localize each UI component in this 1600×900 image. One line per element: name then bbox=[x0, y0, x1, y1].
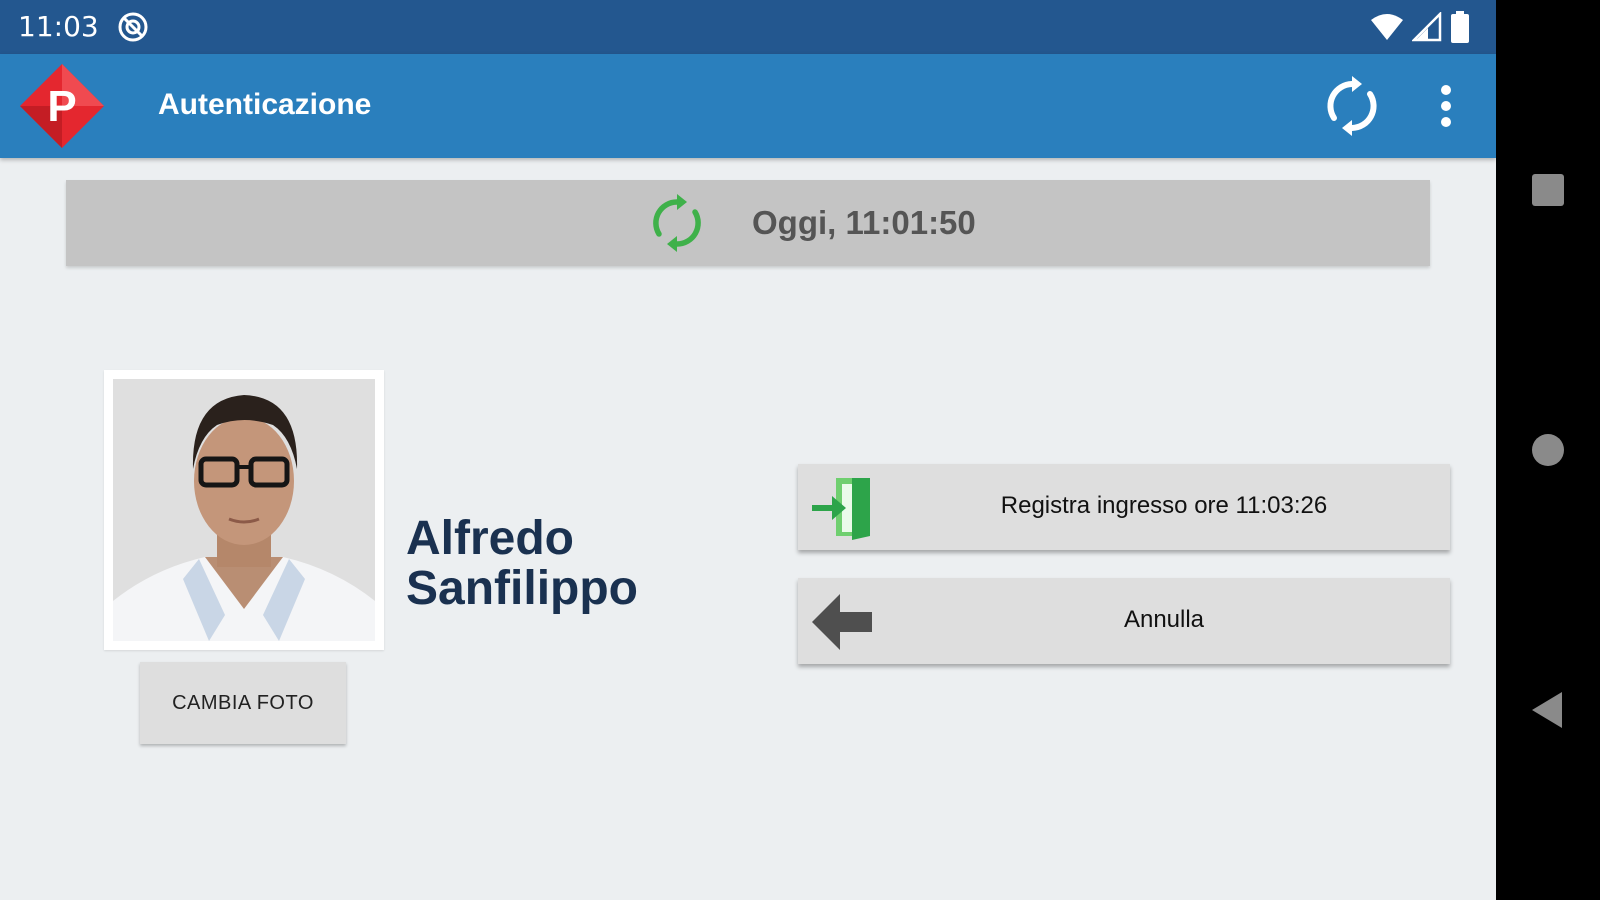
arrow-back-icon bbox=[812, 594, 872, 650]
app-screen: 11:03 P Autenticazione Oggi, 11:01:50 CA… bbox=[0, 0, 1496, 900]
change-photo-button[interactable]: CAMBIA FOTO bbox=[140, 662, 346, 744]
recents-icon[interactable] bbox=[1524, 166, 1572, 214]
wifi-icon bbox=[1371, 14, 1403, 40]
status-icons bbox=[1370, 10, 1470, 44]
status-bar: 11:03 bbox=[0, 0, 1496, 54]
last-sync-banner: Oggi, 11:01:50 bbox=[66, 180, 1430, 266]
navigation-bar bbox=[1496, 0, 1600, 900]
register-entry-label: Registra ingresso ore 11:03:26 bbox=[1000, 492, 1328, 519]
status-time: 11:03 bbox=[18, 10, 99, 43]
home-icon[interactable] bbox=[1524, 426, 1572, 474]
signal-icon bbox=[1412, 12, 1442, 42]
more-vert-icon[interactable] bbox=[1422, 82, 1470, 130]
last-sync-time: Oggi, 11:01:50 bbox=[752, 204, 976, 241]
sync-icon bbox=[653, 194, 701, 252]
battery-icon bbox=[1451, 11, 1469, 43]
cancel-label: Annulla bbox=[1123, 606, 1205, 633]
page-title: Autenticazione bbox=[158, 88, 372, 121]
user-photo-frame bbox=[104, 370, 384, 650]
door-enter-icon bbox=[812, 478, 870, 540]
do-not-disturb-icon bbox=[118, 12, 148, 42]
back-icon[interactable] bbox=[1524, 686, 1572, 734]
user-photo bbox=[113, 379, 375, 641]
cancel-button[interactable]: Annulla bbox=[798, 578, 1450, 664]
user-last-name: Sanfilippo bbox=[406, 562, 638, 615]
user-first-name: Alfredo bbox=[406, 512, 574, 565]
app-bar: P Autenticazione bbox=[0, 54, 1496, 158]
sync-icon[interactable] bbox=[1322, 76, 1382, 136]
user-name: Alfredo Sanfilippo bbox=[406, 514, 638, 614]
logo-letter: P bbox=[47, 82, 76, 131]
register-entry-button[interactable]: Registra ingresso ore 11:03:26 bbox=[798, 464, 1450, 550]
app-logo: P bbox=[20, 64, 104, 148]
